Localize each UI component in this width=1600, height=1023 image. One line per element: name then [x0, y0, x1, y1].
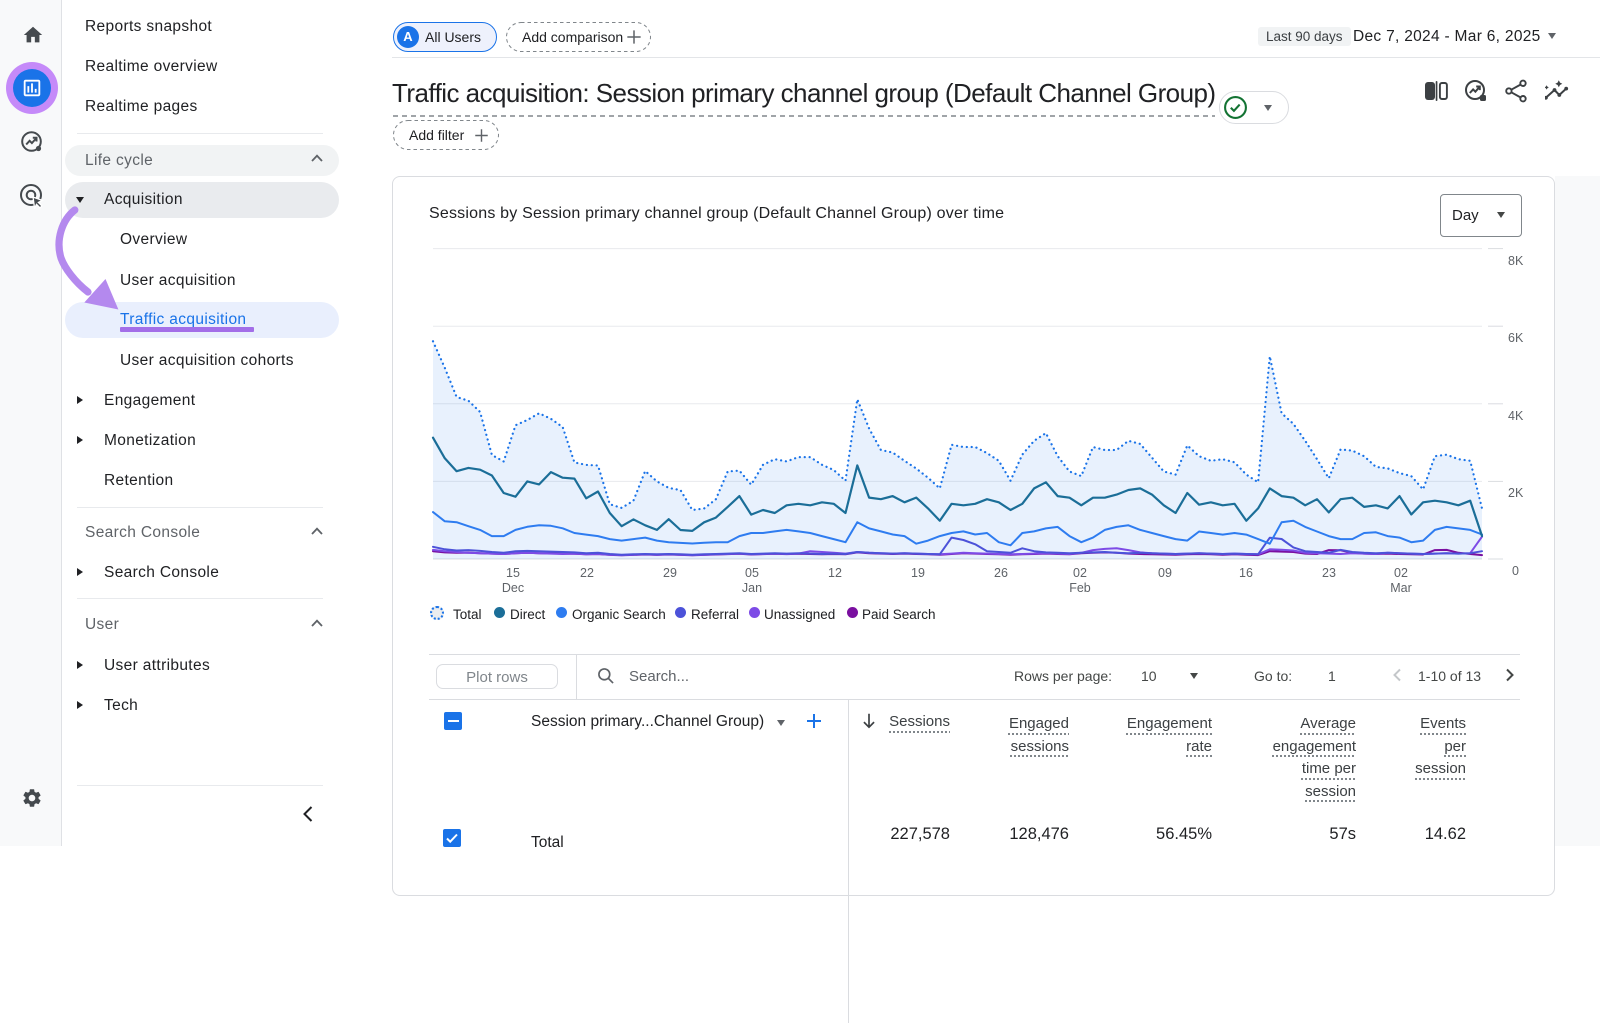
svg-text:Jan: Jan [742, 581, 762, 595]
svg-text:19: 19 [911, 566, 925, 580]
svg-text:6K: 6K [1508, 331, 1524, 345]
svg-text:Dec: Dec [502, 581, 524, 595]
svg-text:09: 09 [1158, 566, 1172, 580]
svg-text:02: 02 [1073, 566, 1087, 580]
svg-text:12: 12 [828, 566, 842, 580]
svg-text:16: 16 [1239, 566, 1253, 580]
svg-text:8K: 8K [1508, 254, 1524, 268]
svg-text:23: 23 [1322, 566, 1336, 580]
svg-text:05: 05 [745, 566, 759, 580]
svg-text:02: 02 [1394, 566, 1408, 580]
svg-text:29: 29 [663, 566, 677, 580]
svg-text:Feb: Feb [1069, 581, 1091, 595]
svg-text:Mar: Mar [1390, 581, 1412, 595]
svg-text:26: 26 [994, 566, 1008, 580]
svg-text:2K: 2K [1508, 486, 1524, 500]
svg-text:4K: 4K [1508, 409, 1524, 423]
svg-text:15: 15 [506, 566, 520, 580]
svg-text:0: 0 [1512, 564, 1519, 578]
svg-text:22: 22 [580, 566, 594, 580]
